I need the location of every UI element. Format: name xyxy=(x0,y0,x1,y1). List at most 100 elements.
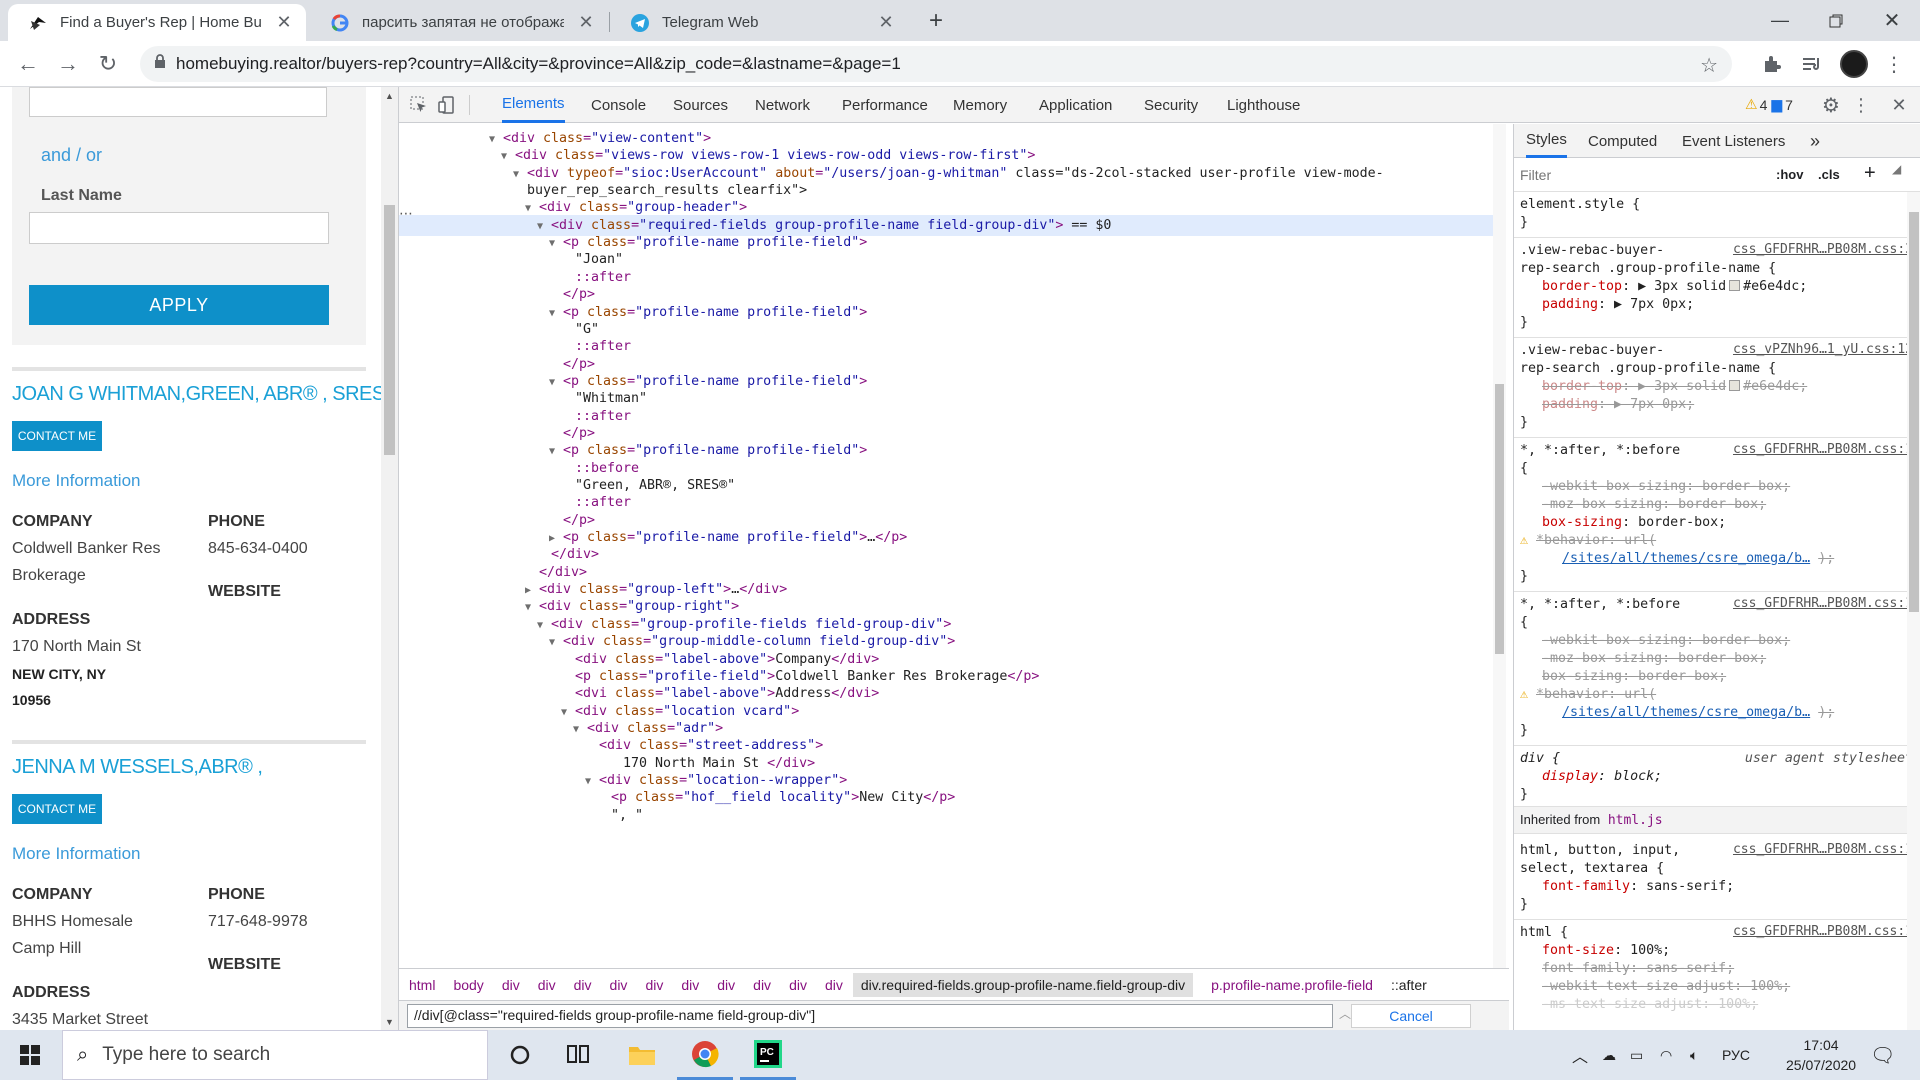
minimize-icon[interactable]: — xyxy=(1752,0,1808,41)
new-tab-icon[interactable]: + xyxy=(918,0,954,41)
windows-start-icon[interactable] xyxy=(2,1030,58,1080)
contact-me-button[interactable]: CONTACT ME xyxy=(12,421,102,451)
star-icon[interactable]: ☆ xyxy=(1700,53,1718,78)
css-declaration-overridden[interactable]: font-family: sans-serif; xyxy=(1542,960,1734,978)
tab-buyers-rep[interactable]: Find a Buyer's Rep | Home Buying ✕ xyxy=(8,4,306,41)
close-icon[interactable]: ✕ xyxy=(876,12,896,33)
agent-name[interactable]: JENNA M WESSELS,ABR® , xyxy=(12,756,263,779)
breadcrumb-item[interactable]: div xyxy=(753,977,771,993)
rule-source-link[interactable]: css_GFDFRHR…PB08M.css:1 xyxy=(1733,842,1913,857)
new-rule-icon[interactable]: + xyxy=(1864,162,1876,185)
css-url-link[interactable]: /sites/all/themes/csre_omega/b… ); xyxy=(1562,704,1834,722)
inherited-element-link[interactable]: html.js xyxy=(1608,813,1663,828)
device-toolbar-icon[interactable] xyxy=(435,93,459,117)
devtools-close-icon[interactable]: ✕ xyxy=(1887,93,1911,117)
elements-dom-tree[interactable]: ▼ <div class="view-content"> ▼ <div class="… xyxy=(399,124,1499,964)
task-view-icon[interactable] xyxy=(550,1030,606,1080)
breadcrumb-item[interactable]: div xyxy=(825,977,843,993)
cortana-icon[interactable] xyxy=(492,1030,548,1080)
reload-icon[interactable]: ↻ xyxy=(92,48,124,80)
forward-arrow-icon[interactable]: → xyxy=(52,48,84,80)
css-declaration[interactable]: border-top: ▶ 3px solid #e6e4dc; xyxy=(1542,278,1807,296)
css-declaration-overridden[interactable]: -webkit-box-sizing: border-box; xyxy=(1542,632,1790,650)
close-icon[interactable]: ✕ xyxy=(274,12,294,33)
tab-computed[interactable]: Computed xyxy=(1588,124,1657,158)
css-declaration[interactable]: font-family: sans-serif; xyxy=(1542,878,1734,896)
tab-memory[interactable]: Memory xyxy=(953,87,1007,123)
scrollbar-thumb[interactable] xyxy=(1495,384,1504,654)
breadcrumb-item[interactable]: div xyxy=(610,977,628,993)
notifications-icon[interactable]: 🗨︎ xyxy=(1870,1030,1895,1080)
address-bar[interactable]: homebuying.realtor/buyers-rep?country=Al… xyxy=(140,46,1732,82)
cancel-button[interactable]: Cancel xyxy=(1351,1004,1471,1028)
color-swatch[interactable] xyxy=(1729,280,1741,291)
settings-gear-icon[interactable]: ⚙ xyxy=(1819,93,1843,117)
breadcrumb-item[interactable]: div xyxy=(681,977,699,993)
breadcrumb-item[interactable]: div xyxy=(717,977,735,993)
css-declaration[interactable]: box-sizing: border-box; xyxy=(1542,514,1726,532)
breadcrumb-item[interactable]: div xyxy=(502,977,520,993)
last-name-field[interactable] xyxy=(29,212,329,244)
tab-security[interactable]: Security xyxy=(1144,87,1198,123)
close-icon[interactable]: ✕ xyxy=(576,12,596,33)
tab-google[interactable]: парсить запятая не отображаю ✕ xyxy=(310,4,608,41)
show-hidden-icons[interactable]: ︿ xyxy=(1572,1030,1588,1080)
restore-icon[interactable] xyxy=(1808,0,1864,41)
scrollbar-thumb[interactable] xyxy=(384,205,395,455)
tab-sources[interactable]: Sources xyxy=(673,87,728,123)
css-declaration[interactable]: font-size: 100%; xyxy=(1542,942,1670,960)
extensions-icon[interactable] xyxy=(1756,48,1788,80)
css-declaration-overridden[interactable]: -moz-box-sizing: border-box; xyxy=(1542,496,1766,514)
tab-elements[interactable]: Elements xyxy=(502,87,565,123)
menu-dots-icon[interactable]: ⋮ xyxy=(1878,48,1910,80)
styles-scrollbar[interactable] xyxy=(1907,192,1920,1030)
more-actions-icon[interactable]: ⋯ xyxy=(399,205,421,221)
apply-button[interactable]: APPLY xyxy=(29,285,329,325)
first-name-field[interactable] xyxy=(29,87,327,117)
tab-performance[interactable]: Performance xyxy=(842,87,928,123)
rule-source-link[interactable]: css_GFDFRHR…PB08M.css:1 xyxy=(1733,596,1913,611)
more-tabs-icon[interactable]: » xyxy=(1810,124,1820,158)
scrollbar-thumb[interactable] xyxy=(1909,212,1919,612)
rule-source-link[interactable]: css_GFDFRHR…PB08M.css:1 xyxy=(1733,442,1913,457)
breadcrumb-item[interactable]: p.profile-name.profile-field xyxy=(1211,977,1373,993)
breadcrumb-item[interactable]: div xyxy=(574,977,592,993)
taskbar-search-box[interactable]: ⌕ Type here to search xyxy=(62,1030,488,1080)
scroll-down-icon[interactable]: ▼ xyxy=(381,1013,398,1030)
breadcrumb-item[interactable]: div.required-fields.group-profile-name.f… xyxy=(852,972,1194,997)
tab-event-listeners[interactable]: Event Listeners xyxy=(1682,124,1785,158)
css-declaration-overridden[interactable]: box-sizing: border-box; xyxy=(1542,668,1726,686)
page-scrollbar[interactable]: ▲ ▼ xyxy=(381,87,398,1030)
hov-toggle[interactable]: :hov xyxy=(1776,167,1803,182)
tab-network[interactable]: Network xyxy=(755,87,810,123)
css-declaration-overridden[interactable]: -moz-box-sizing: border-box; xyxy=(1542,650,1766,668)
battery-icon[interactable]: ▭ xyxy=(1630,1030,1643,1080)
css-declaration-overridden[interactable]: -webkit-box-sizing: border-box; xyxy=(1542,478,1790,496)
contact-me-button[interactable]: CONTACT ME xyxy=(12,794,102,824)
breadcrumb-item[interactable]: ::after xyxy=(1391,977,1427,993)
wifi-icon[interactable]: ◠ xyxy=(1660,1030,1672,1080)
chrome-taskbar-icon[interactable] xyxy=(677,1030,733,1080)
scroll-up-icon[interactable]: ▲ xyxy=(381,87,398,104)
css-declaration-invalid[interactable]: ⚠ *behavior: url( xyxy=(1520,532,1656,550)
tab-lighthouse[interactable]: Lighthouse xyxy=(1227,87,1300,123)
volume-icon[interactable]: 🔈︎ xyxy=(1690,1030,1698,1080)
cls-toggle[interactable]: .cls xyxy=(1818,167,1840,182)
profile-avatar[interactable] xyxy=(1840,50,1868,78)
inspect-element-icon[interactable] xyxy=(407,93,431,117)
window-close-icon[interactable]: ✕ xyxy=(1864,0,1920,41)
dom-tree-scrollbar[interactable] xyxy=(1493,124,1506,968)
breadcrumb-item[interactable]: div xyxy=(645,977,663,993)
css-declaration[interactable]: padding: ▶ 7px 0px; xyxy=(1542,296,1694,314)
styles-filter-input[interactable] xyxy=(1520,164,1770,186)
toggle-sidebar-icon[interactable]: ◢ xyxy=(1892,162,1901,176)
breadcrumb-item[interactable]: div xyxy=(538,977,556,993)
issues-counter[interactable]: ⚠ 4 ▆ 7 xyxy=(1745,96,1793,113)
rule-source-link[interactable]: css_GFDFRHR…PB08M.css:3 xyxy=(1733,242,1913,257)
back-arrow-icon[interactable]: ← xyxy=(12,48,44,80)
breadcrumb-item[interactable]: body xyxy=(453,977,483,993)
more-information-link[interactable]: More Information xyxy=(12,844,141,864)
css-declaration-overridden[interactable]: padding: ▶ 7px 0px; xyxy=(1542,396,1694,414)
media-control-icon[interactable] xyxy=(1796,48,1828,80)
dom-search-input[interactable]: //div[@class="required-fields group-prof… xyxy=(407,1004,1333,1028)
